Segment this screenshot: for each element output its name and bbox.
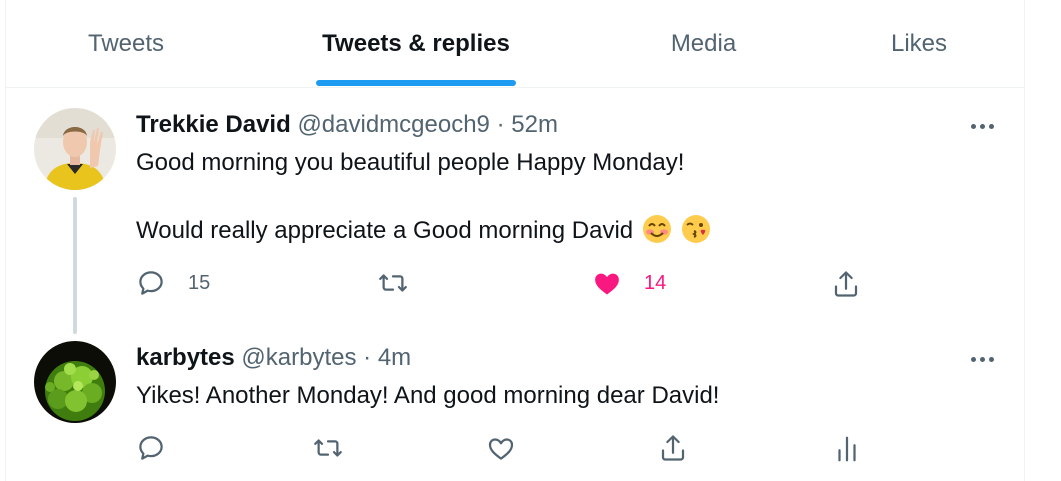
like-button[interactable]: 14 <box>592 268 666 298</box>
tab-label: Media <box>670 30 737 57</box>
heart-outline-icon <box>488 438 514 460</box>
avatar[interactable] <box>34 341 116 423</box>
more-dot <box>979 356 985 362</box>
display-name[interactable]: karbytes <box>136 344 235 371</box>
tab-label: Likes <box>890 30 948 57</box>
timestamp[interactable]: 52m <box>511 111 558 138</box>
profile-tabs: Tweets Tweets & replies Media Likes <box>6 0 1024 88</box>
heart-filled-icon <box>595 273 619 295</box>
retweet-icon <box>379 274 407 292</box>
retweet-button[interactable] <box>376 268 432 298</box>
tab-media[interactable]: Media <box>661 0 746 88</box>
retweet-icon <box>314 439 342 457</box>
more-options-button[interactable] <box>964 344 1000 374</box>
avatar[interactable] <box>34 108 116 190</box>
thread-connector-line <box>73 197 77 334</box>
active-tab-indicator <box>316 80 516 86</box>
face-blowing-kiss-emoji <box>681 215 710 243</box>
more-dot <box>979 123 985 129</box>
reply-count: 15 <box>188 271 211 294</box>
user-handle[interactable]: @karbytes <box>241 344 356 371</box>
tweet-header: karbytes @karbytes · 4m <box>136 344 411 372</box>
timestamp[interactable]: 4m <box>378 344 411 371</box>
tab-tweets-and-replies[interactable]: Tweets & replies <box>316 0 516 88</box>
tweet-text: Would really appreciate a Good morning D… <box>136 217 634 244</box>
display-name[interactable]: Trekkie David <box>136 111 291 138</box>
like-button[interactable] <box>486 433 516 463</box>
analytics-icon <box>838 436 856 462</box>
tab-tweets[interactable]: Tweets <box>76 0 176 88</box>
tab-label: Tweets & replies <box>322 30 510 57</box>
share-icon <box>834 271 858 297</box>
reply-icon <box>139 436 163 460</box>
profile-timeline: Tweets Tweets & replies Media Likes Trek… <box>5 0 1025 481</box>
more-dot <box>970 123 976 129</box>
retweet-button[interactable] <box>311 433 345 463</box>
more-dot <box>970 356 976 362</box>
tab-likes[interactable]: Likes <box>884 0 954 88</box>
more-dot <box>988 356 994 362</box>
like-count: 14 <box>644 271 667 294</box>
tweet-text-line-with-emoji: Would really appreciate a Good morning D… <box>136 214 711 248</box>
tab-label: Tweets <box>87 30 165 57</box>
more-options-button[interactable] <box>964 111 1000 141</box>
share-button[interactable] <box>831 268 861 300</box>
tweet-text-line: Yikes! Another Monday! And good morning … <box>136 382 720 409</box>
smiling-face-emoji <box>642 215 671 243</box>
tweet-text-line: Good morning you beautiful people Happy … <box>136 149 685 176</box>
analytics-button[interactable] <box>832 433 862 465</box>
separator-dot: · <box>496 111 505 138</box>
share-icon <box>661 435 685 461</box>
reply-icon <box>139 271 163 295</box>
user-handle[interactable]: @davidmcgeoch9 <box>297 111 489 138</box>
reply-button[interactable] <box>136 433 166 463</box>
separator-dot: · <box>363 344 372 371</box>
more-dot <box>988 123 994 129</box>
reply-button[interactable]: 15 <box>136 268 210 298</box>
share-button[interactable] <box>658 432 688 464</box>
tweet-header: Trekkie David @davidmcgeoch9 · 52m <box>136 111 558 139</box>
